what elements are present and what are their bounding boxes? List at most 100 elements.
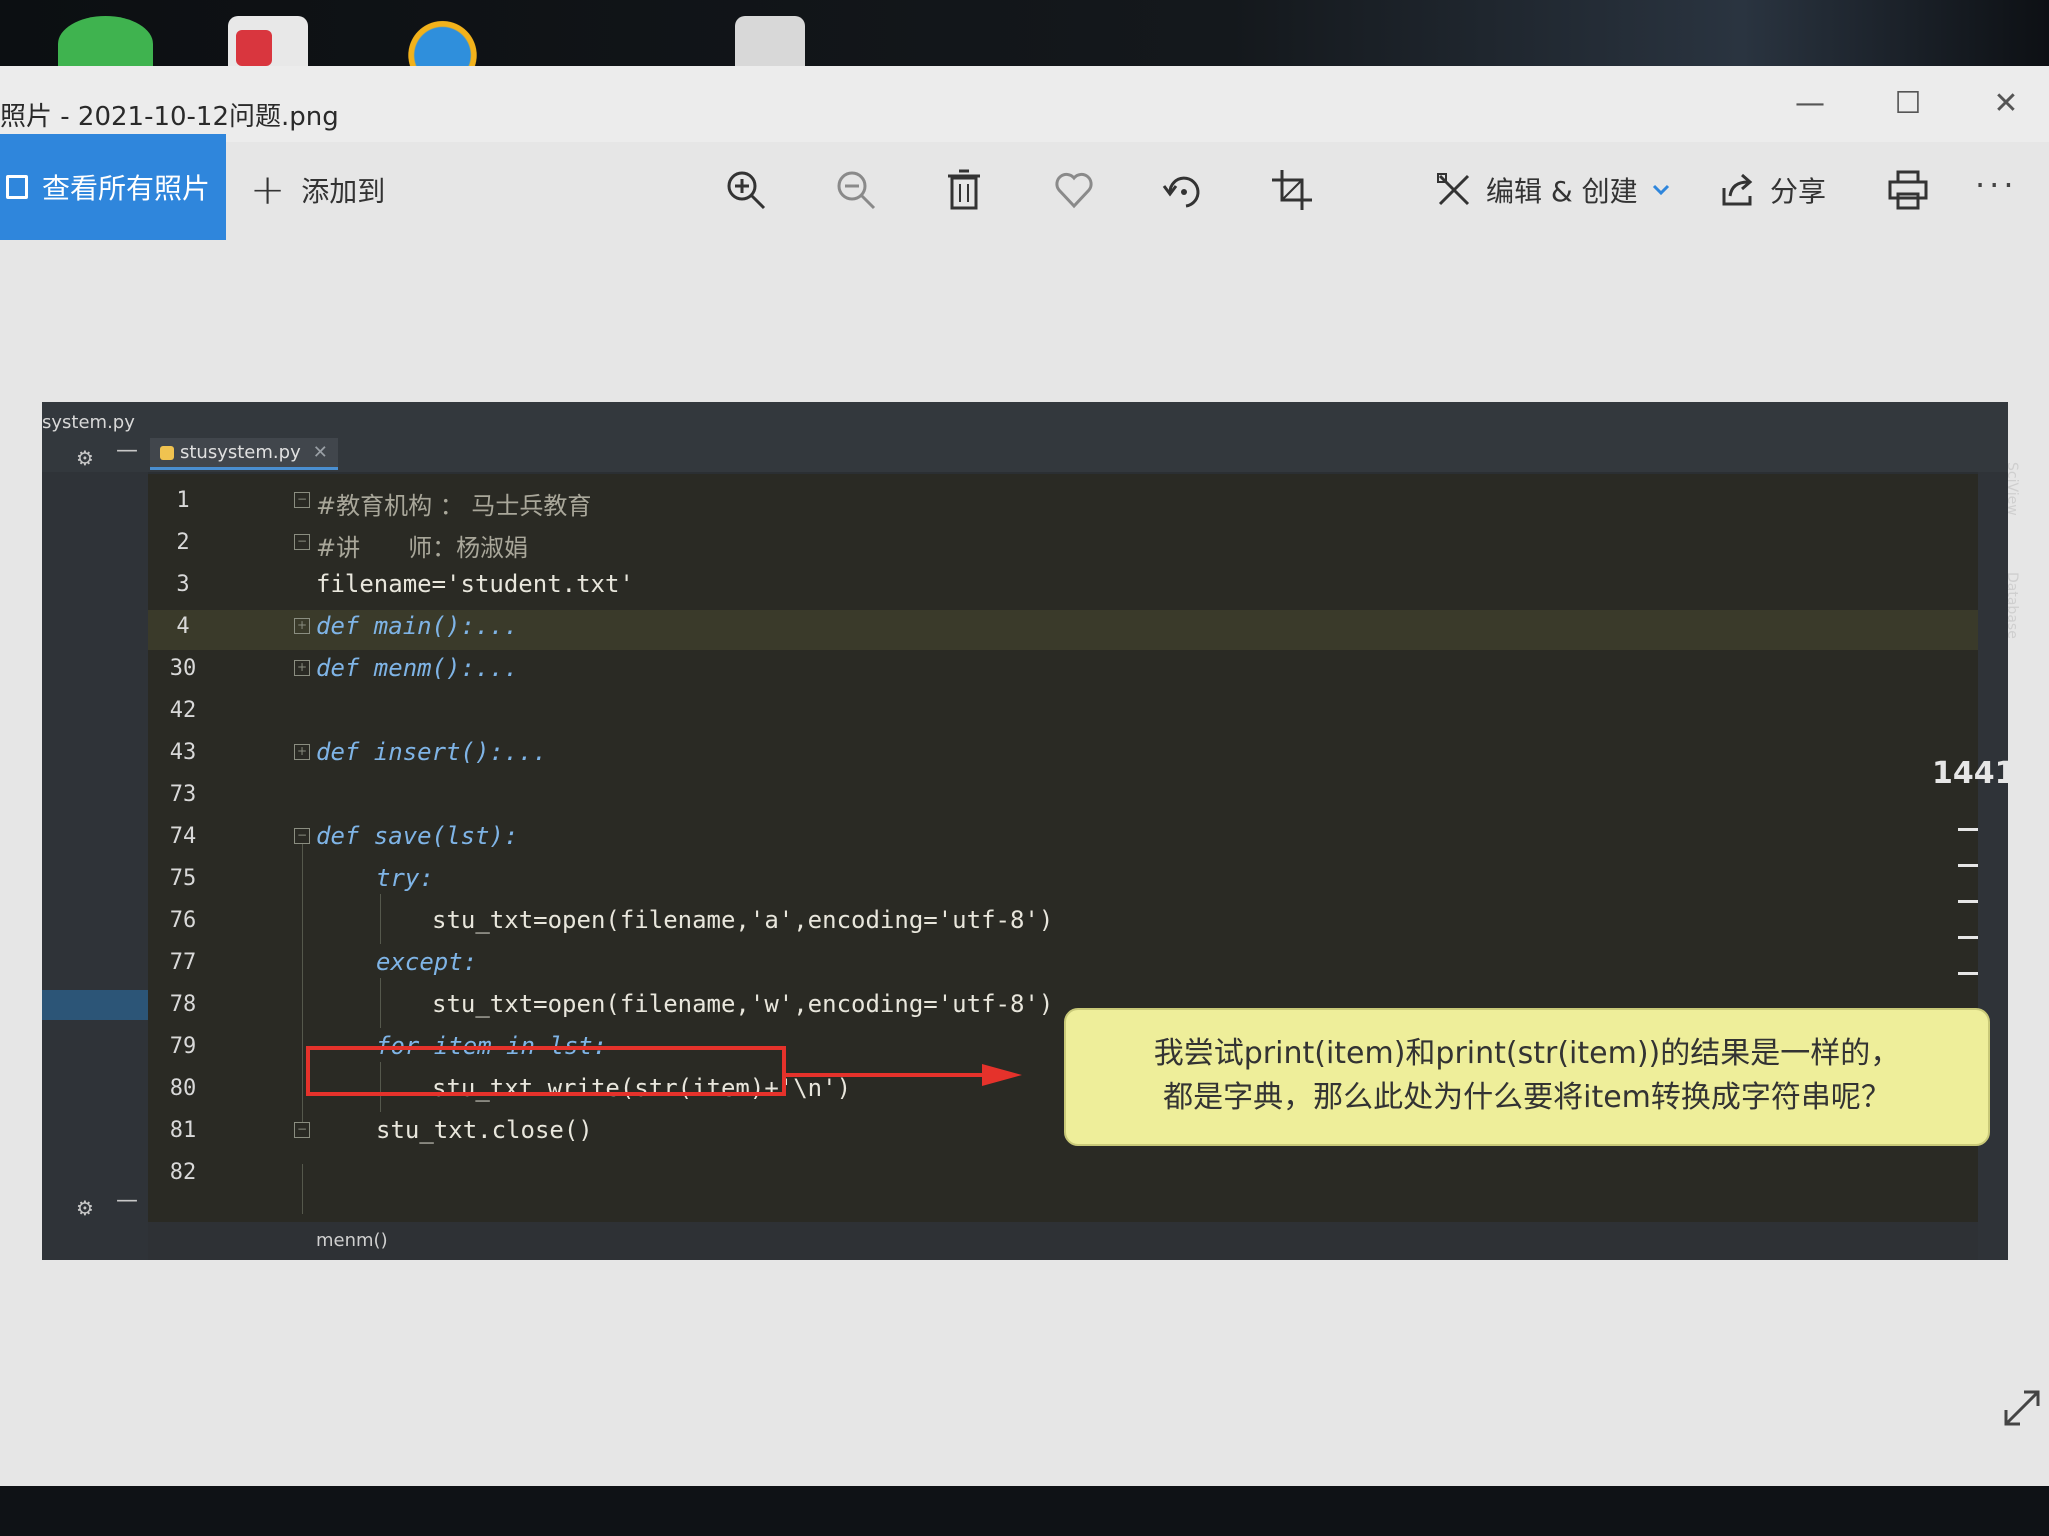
database-label: Database — [2004, 572, 2020, 639]
taskbar — [0, 1486, 2049, 1536]
line-number: 80 — [169, 1076, 197, 1101]
collapse-icon: — — [116, 438, 138, 463]
indent-guide — [302, 1164, 303, 1214]
scroll-marker — [1958, 936, 1978, 939]
fold-icon: − — [294, 492, 310, 508]
zoom-out-icon[interactable] — [832, 166, 880, 214]
gear-icon: ⚙ — [76, 446, 94, 470]
line-count-readout: 1441 — [1932, 756, 2016, 791]
document-icon[interactable] — [735, 16, 805, 72]
code-line: stu_txt=open(filename,'a',encoding='utf-… — [432, 906, 1054, 934]
scroll-marker — [1958, 828, 1978, 831]
fold-icon: + — [294, 744, 310, 760]
share-icon — [1722, 173, 1753, 206]
code-line: def menm():... — [316, 654, 519, 682]
line-number: 78 — [169, 992, 197, 1017]
collapse-icon: — — [116, 1188, 138, 1213]
close-tab-icon: ✕ — [312, 442, 328, 463]
edit-create-label: 编辑 & 创建 — [1486, 175, 1638, 208]
project-file-name: system.py — [42, 412, 135, 433]
code-line: stu_txt.close() — [376, 1116, 593, 1144]
desktop-background — [0, 0, 2049, 72]
code-line: def save(lst): — [316, 822, 519, 850]
maximize-button[interactable]: ☐ — [1888, 84, 1928, 124]
fold-icon: + — [294, 660, 310, 676]
share-label: 分享 — [1770, 175, 1827, 208]
share-button[interactable]: 分享 — [1718, 170, 1826, 210]
browser-icon[interactable] — [395, 16, 490, 72]
tab-stusystem: stusystem.py ✕ — [150, 438, 338, 470]
wechat-icon[interactable] — [58, 16, 153, 72]
window-title: 照片 - 2021-10-12问题.png — [0, 102, 339, 132]
add-to-button[interactable]: + 添加到 — [250, 165, 386, 214]
crop-icon[interactable] — [1268, 166, 1316, 214]
question-callout: 我尝试print(item)和print(str(item))的结果是一样的， … — [1064, 1008, 1990, 1146]
ide-header: system.py ⚙ — stusystem.py ✕ — [42, 402, 2008, 472]
code-line: #讲 师：杨淑娟 — [316, 534, 529, 562]
zoom-in-icon[interactable] — [722, 166, 770, 214]
see-all-photos-label: 查看所有照片 — [42, 172, 211, 205]
print-icon[interactable] — [1884, 166, 1932, 214]
line-number: 77 — [169, 950, 197, 975]
scroll-marker — [1958, 972, 1978, 975]
line-number: 1 — [176, 488, 190, 513]
highlight-box — [306, 1046, 786, 1096]
line-number: 81 — [169, 1118, 197, 1143]
chevron-down-icon — [1652, 184, 1669, 196]
indent-guide — [302, 844, 303, 1122]
python-file-icon — [160, 445, 174, 460]
selected-row-highlight — [42, 990, 148, 1020]
fold-icon: − — [294, 828, 310, 844]
gear-icon: ⚙ — [76, 1196, 94, 1220]
rotate-icon[interactable] — [1160, 166, 1208, 214]
indent-guide — [380, 894, 381, 944]
callout-line-2: 都是字典，那么此处为什么要将item转换成字符串呢？ — [1163, 1080, 1891, 1115]
code-line: filename='student.txt' — [316, 570, 634, 598]
line-number: 82 — [169, 1160, 197, 1185]
code-line: except: — [376, 948, 478, 976]
code-line: stu_txt=open(filename,'w',encoding='utf-… — [432, 990, 1054, 1018]
line-number: 4 — [176, 614, 190, 639]
scroll-marker — [1958, 900, 1978, 903]
trash-icon[interactable] — [940, 166, 988, 214]
fold-icon: + — [294, 618, 310, 634]
code-line: def main():... — [316, 612, 519, 640]
line-number: 30 — [169, 656, 197, 681]
line-number: 74 — [169, 824, 197, 849]
code-line: def insert():... — [316, 738, 548, 766]
line-number: 43 — [169, 740, 197, 765]
edit-create-icon — [1437, 173, 1470, 206]
line-number: 76 — [169, 908, 197, 933]
indent-guide — [380, 978, 381, 1028]
close-button[interactable]: ✕ — [1986, 84, 2026, 124]
arrow-icon — [786, 1064, 1022, 1086]
more-options-button[interactable]: ··· — [1975, 166, 2018, 204]
title-bar: 照片 - 2021-10-12问题.png — ☐ ✕ — [0, 66, 2049, 142]
scroll-marker — [1958, 864, 1978, 867]
minimize-button[interactable]: — — [1790, 84, 1830, 124]
line-number: 75 — [169, 866, 197, 891]
breadcrumb: menm() — [316, 1230, 388, 1251]
code-line: try: — [376, 864, 434, 892]
tab-label: stusystem.py — [180, 442, 301, 463]
expand-icon[interactable] — [2000, 1386, 2044, 1430]
line-number: 3 — [176, 572, 190, 597]
plus-icon: + — [250, 165, 286, 214]
pdf-reader-icon[interactable] — [228, 16, 308, 72]
line-number: 42 — [169, 698, 197, 723]
line-number: 73 — [169, 782, 197, 807]
see-all-photos-button[interactable]: 查看所有照片 — [0, 134, 226, 240]
line-number: 79 — [169, 1034, 197, 1059]
heart-icon[interactable] — [1050, 166, 1098, 214]
line-number: 2 — [176, 530, 190, 555]
project-panel: ⚙ — — [42, 472, 148, 1260]
fold-icon: − — [294, 534, 310, 550]
code-line: #教育机构 ： 马士兵教育 — [316, 492, 592, 520]
callout-line-1: 我尝试print(item)和print(str(item))的结果是一样的， — [1153, 1036, 1901, 1071]
breadcrumb-bar: menm() — [148, 1222, 1978, 1260]
add-to-label: 添加到 — [301, 175, 386, 208]
sciview-label: SciView — [2004, 462, 2020, 516]
photos-icon — [6, 175, 28, 199]
fold-icon: − — [294, 1122, 310, 1138]
edit-create-button[interactable]: 编辑 & 创建 — [1434, 170, 1672, 210]
